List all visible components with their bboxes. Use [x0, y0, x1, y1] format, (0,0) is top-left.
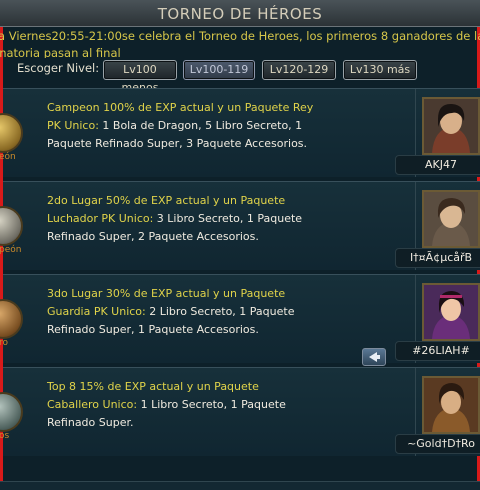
- rank-row-segundo: peón 2do Lugar 50% de EXP actual y un Pa…: [0, 181, 480, 270]
- reward-description: Campeon 100% de EXP actual y un Paquete …: [47, 99, 387, 153]
- reward-items: 1 Libro Secreto, 1 Paquete: [137, 398, 286, 411]
- title-bar: TORNEO DE HÉROES: [0, 0, 480, 27]
- player-portrait: [422, 283, 480, 341]
- reward-class: Guardia PK Unico:: [47, 305, 146, 318]
- reward-title: 2do Lugar 50% de EXP actual y un Paquete: [47, 194, 286, 207]
- reward-class: Luchador PK Unico:: [47, 212, 154, 225]
- medal-label: eón: [0, 152, 16, 162]
- ranking-list: eón Campeon 100% de EXP actual y un Paqu…: [0, 88, 480, 489]
- reward-items: 2 Libro Secreto, 1 Paquete: [145, 305, 295, 318]
- player-name: I†¤Ã¢µcåřB: [395, 248, 480, 268]
- reward-description: 2do Lugar 50% de EXP actual y un Paquete…: [47, 192, 387, 246]
- level-btn-lv130-mas[interactable]: Lv130 más: [343, 60, 417, 80]
- rank-row-tercero: ro 3do Lugar 30% de EXP actual y un Paqu…: [0, 274, 480, 363]
- medal-label: peón: [0, 245, 22, 255]
- reward-description: Top 8 15% de EXP actual y un Paquete Cab…: [47, 378, 387, 432]
- level-btn-lv100-119[interactable]: Lv100-119: [183, 60, 255, 80]
- player-name: AKJ47: [395, 155, 480, 175]
- notice-line-1: a Viernes20:55-21:00se celebra el Torneo…: [0, 29, 480, 43]
- medal-label: os: [0, 431, 10, 441]
- top8-medal-icon: [0, 392, 23, 432]
- reward-title: Top 8 15% de EXP actual y un Paquete: [47, 380, 259, 393]
- level-btn-lv120-129[interactable]: Lv120-129: [262, 60, 336, 80]
- prev-page-button[interactable]: [362, 348, 386, 366]
- player-portrait: [422, 190, 480, 248]
- gold-medal-icon: [0, 113, 23, 153]
- reward-class: PK Unico:: [47, 119, 99, 132]
- bronze-medal-icon: [0, 299, 23, 339]
- player-name: ~Gold†D†Ro: [395, 434, 480, 454]
- silver-medal-icon: [0, 206, 23, 246]
- reward-class: Caballero Unico:: [47, 398, 138, 411]
- reward-title: Campeon 100% de EXP actual y un Paquete …: [47, 101, 314, 114]
- level-filter: Escoger Nivel: Lv100 menos Lv100-119 Lv1…: [0, 56, 480, 94]
- player-portrait: [422, 376, 480, 434]
- player-portrait: [422, 97, 480, 155]
- reward-items-cont: Refinado Super, 1 Paquete Accesorios.: [47, 323, 259, 336]
- player-name: #26LIAH#: [395, 341, 480, 361]
- window-title: TORNEO DE HÉROES: [157, 5, 323, 23]
- level-btn-lv100-menos[interactable]: Lv100 menos: [103, 60, 177, 94]
- reward-items: 1 Bola de Dragon, 5 Libro Secreto, 1: [98, 119, 303, 132]
- reward-items-cont: Paquete Refinado Super, 3 Paquete Acceso…: [47, 137, 308, 150]
- reward-description: 3do Lugar 30% de EXP actual y un Paquete…: [47, 285, 387, 339]
- arrow-left-icon: [369, 352, 380, 362]
- rank-row-campeon: eón Campeon 100% de EXP actual y un Paqu…: [0, 88, 480, 177]
- schedule-notice: a Viernes20:55-21:00se celebra el Torneo…: [0, 28, 480, 58]
- reward-items: 3 Libro Secreto, 1 Paquete: [153, 212, 303, 225]
- reward-title: 3do Lugar 30% de EXP actual y un Paquete: [47, 287, 286, 300]
- level-filter-label: Escoger Nivel:: [17, 61, 100, 75]
- reward-items-cont: Refinado Super, 2 Paquete Accesorios.: [47, 230, 259, 243]
- medal-label: ro: [0, 338, 9, 348]
- rank-row-top8: os Top 8 15% de EXP actual y un Paquete …: [0, 367, 480, 456]
- reward-items-cont: Refinado Super.: [47, 416, 134, 429]
